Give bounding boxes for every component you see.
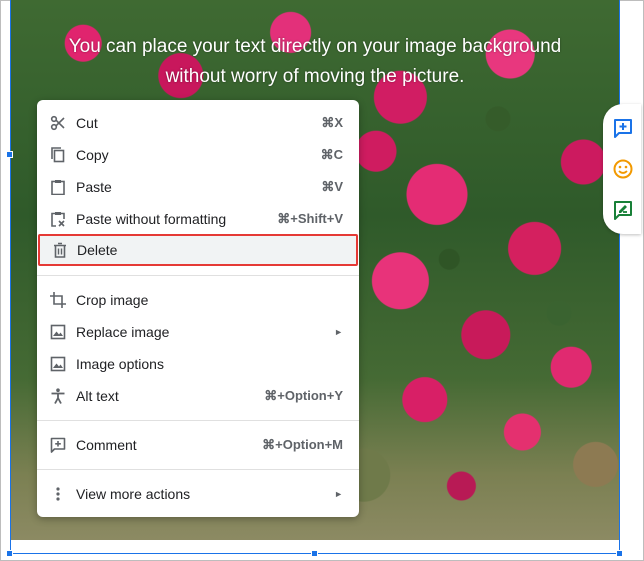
menu-item-shortcut: ⌘+Shift+V: [277, 211, 343, 226]
selection-border-left: [10, 0, 11, 554]
side-toolbar: [603, 104, 641, 234]
add-comment-icon: [614, 119, 632, 138]
menu-item-label: Replace image: [76, 324, 170, 340]
menu-item-shortcut: ⌘X: [321, 115, 343, 130]
menu-item-delete[interactable]: Delete: [38, 234, 358, 266]
resize-handle-bottom-right[interactable]: [616, 550, 623, 557]
menu-item-label: Cut: [76, 115, 98, 131]
menu-item-paste[interactable]: Paste ⌘V: [37, 172, 359, 202]
resize-handle-left[interactable]: [6, 151, 13, 158]
menu-divider: [37, 420, 359, 421]
more-vert-icon: [50, 486, 66, 502]
resize-handle-bottom[interactable]: [311, 550, 318, 557]
menu-item-shortcut: ⌘+Option+Y: [264, 388, 343, 403]
context-menu: Cut ⌘X Copy ⌘C Paste ⌘V Paste without fo…: [37, 100, 359, 517]
menu-item-label: Copy: [76, 147, 109, 163]
trash-icon: [52, 242, 68, 258]
caption-line-1: You can place your text directly on your…: [68, 36, 562, 57]
suggest-edits-button[interactable]: [613, 200, 633, 220]
suggest-edit-icon: [614, 201, 632, 220]
add-comment-button[interactable]: [613, 118, 633, 138]
copy-icon: [50, 147, 66, 163]
submenu-arrow-icon: ►: [334, 327, 343, 337]
scissors-icon: [50, 115, 66, 131]
menu-divider: [37, 275, 359, 276]
menu-item-label: Image options: [76, 356, 164, 372]
menu-item-crop-image[interactable]: Crop image: [37, 285, 359, 315]
menu-item-cut[interactable]: Cut ⌘X: [37, 108, 359, 138]
submenu-arrow-icon: ►: [334, 489, 343, 499]
menu-item-shortcut: ⌘V: [321, 179, 343, 194]
menu-item-label: View more actions: [76, 486, 191, 502]
image-icon: [50, 356, 66, 372]
selection-border-right: [619, 0, 620, 554]
menu-item-label: Delete: [77, 242, 118, 258]
menu-item-paste-without-formatting[interactable]: Paste without formatting ⌘+Shift+V: [37, 204, 359, 234]
menu-item-label: Alt text: [76, 388, 119, 404]
clipboard-clear-icon: [50, 211, 66, 227]
emoji-icon: [613, 159, 633, 179]
menu-item-label: Paste without formatting: [76, 211, 227, 227]
menu-item-copy[interactable]: Copy ⌘C: [37, 140, 359, 170]
caption-line-2: without worry of moving the picture.: [165, 66, 465, 87]
menu-item-comment[interactable]: Comment ⌘+Option+M: [37, 430, 359, 460]
image-caption[interactable]: You can place your text directly on your…: [10, 32, 620, 92]
menu-item-shortcut: ⌘+Option+M: [262, 437, 343, 452]
menu-item-view-more-actions[interactable]: View more actions ►: [37, 479, 359, 509]
menu-item-image-options[interactable]: Image options: [37, 349, 359, 379]
menu-divider: [37, 469, 359, 470]
accessibility-icon: [50, 388, 66, 404]
comment-add-icon: [50, 437, 66, 453]
menu-item-replace-image[interactable]: Replace image ►: [37, 317, 359, 347]
resize-handle-bottom-left[interactable]: [6, 550, 13, 557]
menu-item-shortcut: ⌘C: [320, 147, 343, 162]
menu-item-label: Paste: [76, 179, 112, 195]
menu-item-label: Crop image: [76, 292, 149, 308]
clipboard-icon: [50, 179, 66, 195]
menu-item-label: Comment: [76, 437, 137, 453]
add-emoji-button[interactable]: [613, 159, 633, 179]
menu-item-alt-text[interactable]: Alt text ⌘+Option+Y: [37, 381, 359, 411]
image-icon: [50, 324, 66, 340]
crop-icon: [50, 292, 66, 308]
